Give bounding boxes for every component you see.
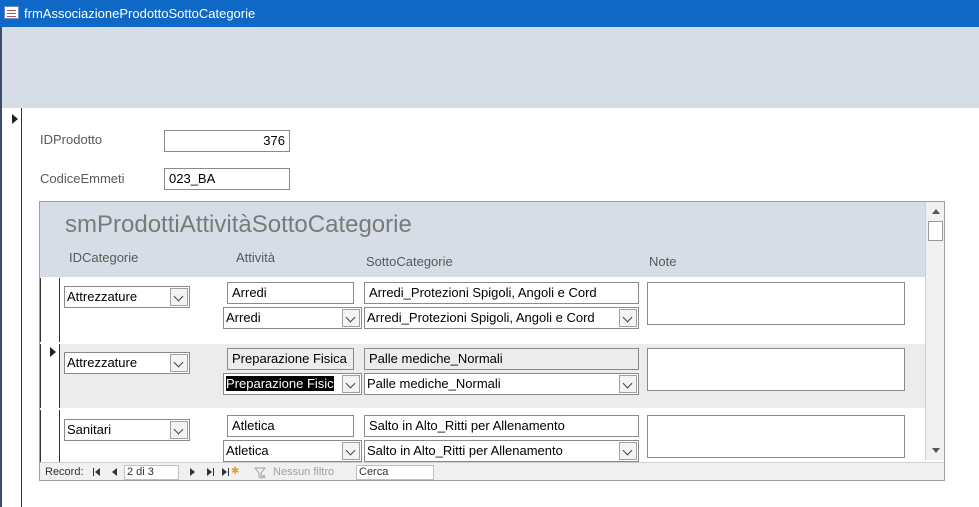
id-prodotto-label: IDProdotto bbox=[40, 132, 103, 147]
chevron-down-icon[interactable] bbox=[170, 288, 188, 306]
subform-record: Attrezzature Arredi Arredi Arredi_Protez… bbox=[40, 278, 925, 342]
window-titlebar: frmAssociazioneProdottoSottoCategorie bbox=[0, 0, 979, 27]
attivita-combo[interactable]: Arredi bbox=[223, 307, 362, 329]
categoria-combo[interactable]: Attrezzature bbox=[64, 286, 190, 308]
subform-header: smProdottiAttivitàSottoCategorie IDCateg… bbox=[40, 202, 925, 277]
sottocategoria-combo[interactable]: Salto in Alto_Ritti per Allenamento bbox=[364, 440, 639, 462]
attivita-value: Atletica bbox=[226, 443, 269, 458]
chevron-down-icon[interactable] bbox=[342, 309, 360, 327]
column-header-idcategorie: IDCategorie bbox=[69, 250, 139, 265]
current-record-arrow-icon bbox=[50, 347, 56, 357]
sottocategoria-value: Salto in Alto_Ritti per Allenamento bbox=[367, 443, 563, 458]
chevron-down-icon[interactable] bbox=[619, 375, 637, 393]
record-selector[interactable] bbox=[40, 344, 60, 408]
new-record-icon[interactable]: ✱ bbox=[222, 467, 239, 478]
form-header bbox=[2, 27, 979, 108]
chevron-down-icon[interactable] bbox=[342, 375, 360, 393]
sottocategoria-value: Arredi_Protezioni Spigoli, Angoli e Cord bbox=[367, 310, 595, 325]
attivita-combo[interactable]: Preparazione Fisic bbox=[223, 373, 362, 395]
attivita-text-field[interactable]: Arredi bbox=[227, 282, 354, 304]
sottocategoria-value: Palle mediche_Normali bbox=[367, 376, 501, 391]
record-navigation-bar: Record: 2 di 3 ✱ Nessun filtro Cerca bbox=[40, 462, 944, 480]
record-selector[interactable] bbox=[40, 278, 60, 342]
sottocategoria-text-field[interactable]: Arredi_Protezioni Spigoli, Angoli e Cord bbox=[364, 282, 639, 304]
last-record-icon[interactable] bbox=[206, 467, 216, 478]
record-label: Record: bbox=[45, 466, 84, 478]
chevron-down-icon[interactable] bbox=[170, 421, 188, 439]
subform-record-current: Attrezzature Preparazione Fisica Prepara… bbox=[40, 344, 925, 408]
column-header-note: Note bbox=[649, 254, 677, 269]
window-title: frmAssociazioneProdottoSottoCategorie bbox=[24, 6, 256, 21]
sottocategoria-text-field[interactable]: Salto in Alto_Ritti per Allenamento bbox=[364, 415, 639, 437]
column-header-sottocategorie: SottoCategorie bbox=[366, 254, 453, 269]
id-prodotto-field[interactable]: 376 bbox=[164, 130, 290, 152]
attivita-value: Arredi bbox=[226, 310, 261, 325]
attivita-text-field[interactable]: Atletica bbox=[227, 415, 354, 437]
search-input[interactable]: Cerca bbox=[356, 465, 434, 480]
chevron-down-icon[interactable] bbox=[342, 442, 360, 460]
first-record-icon[interactable] bbox=[92, 467, 102, 478]
subform-title: smProdottiAttivitàSottoCategorie bbox=[65, 211, 412, 238]
record-selector-bar[interactable] bbox=[2, 108, 22, 507]
categoria-value: Attrezzature bbox=[67, 289, 138, 304]
note-field[interactable] bbox=[647, 348, 905, 391]
codice-emmeti-field[interactable]: 023_BA bbox=[164, 168, 290, 190]
chevron-down-icon[interactable] bbox=[619, 309, 637, 327]
attivita-text-field[interactable]: Preparazione Fisica bbox=[227, 348, 354, 370]
column-header-attivita: Attività bbox=[236, 250, 276, 265]
categoria-combo[interactable]: Attrezzature bbox=[64, 352, 190, 374]
categoria-combo[interactable]: Sanitari bbox=[64, 419, 190, 441]
next-record-icon[interactable] bbox=[188, 467, 198, 478]
scroll-down-icon[interactable] bbox=[927, 442, 944, 459]
scrollbar-thumb[interactable] bbox=[928, 221, 943, 241]
note-field[interactable] bbox=[647, 415, 905, 458]
filter-status[interactable]: Nessun filtro bbox=[273, 466, 334, 478]
chevron-down-icon[interactable] bbox=[170, 354, 188, 372]
categoria-value: Sanitari bbox=[67, 422, 112, 437]
note-field[interactable] bbox=[647, 282, 905, 325]
codice-emmeti-label: CodiceEmmeti bbox=[40, 171, 125, 186]
previous-record-icon[interactable] bbox=[110, 467, 120, 478]
sottocategoria-text-field[interactable]: Palle mediche_Normali bbox=[364, 348, 639, 370]
current-record-arrow-icon bbox=[12, 114, 18, 124]
categoria-value: Attrezzature bbox=[67, 355, 138, 370]
subform-container: smProdottiAttivitàSottoCategorie IDCateg… bbox=[39, 201, 945, 481]
form-icon bbox=[4, 6, 19, 19]
scroll-up-icon[interactable] bbox=[927, 203, 944, 220]
filter-icon bbox=[254, 467, 266, 479]
chevron-down-icon[interactable] bbox=[619, 442, 637, 460]
attivita-combo[interactable]: Atletica bbox=[223, 440, 362, 462]
vertical-scrollbar[interactable] bbox=[925, 202, 944, 460]
sottocategoria-combo[interactable]: Palle mediche_Normali bbox=[364, 373, 639, 395]
sottocategoria-combo[interactable]: Arredi_Protezioni Spigoli, Angoli e Cord bbox=[364, 307, 639, 329]
record-position-input[interactable]: 2 di 3 bbox=[124, 465, 179, 480]
attivita-value: Preparazione Fisic bbox=[226, 376, 334, 391]
